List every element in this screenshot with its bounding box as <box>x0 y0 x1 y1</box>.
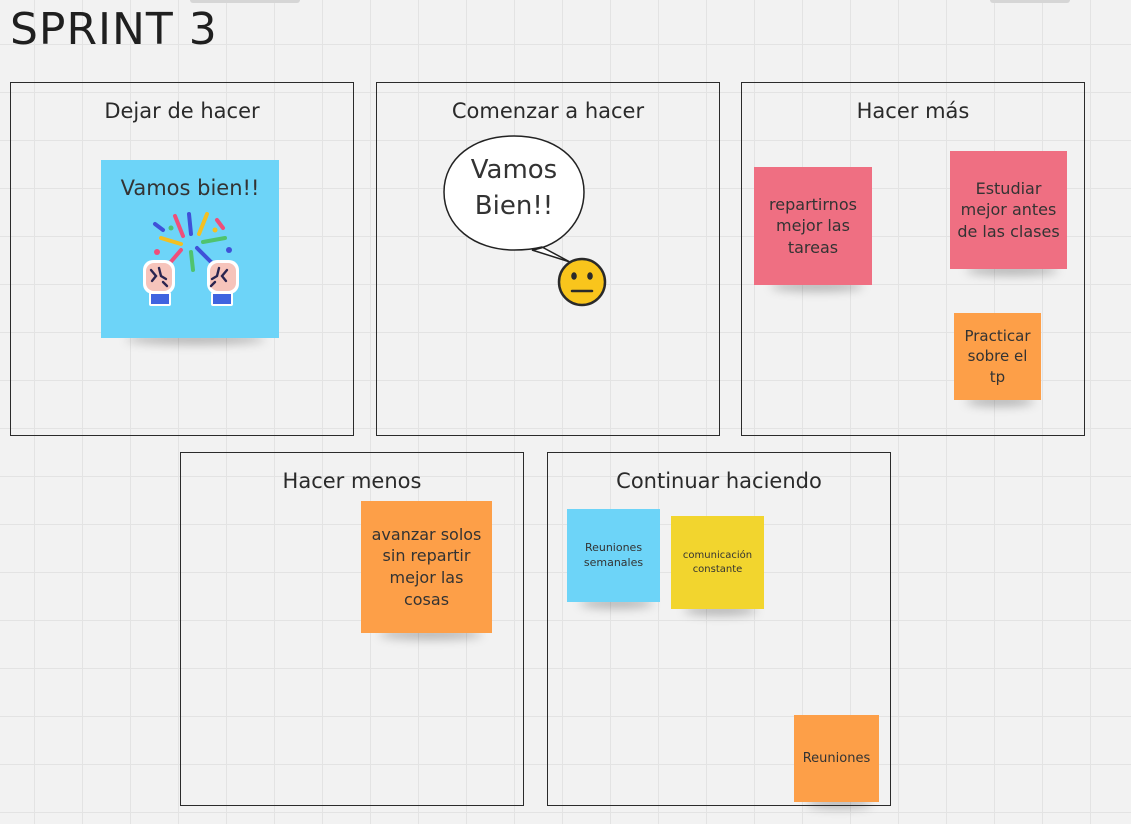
sticky-text: Reuniones semanales <box>583 540 644 569</box>
sticky-text: repartirnos mejor las tareas <box>769 194 857 257</box>
sticky-text: Vamos bien!! <box>120 176 260 200</box>
speech-line-1: Vamos <box>470 155 558 185</box>
sticky-note-reuniones-semanales[interactable]: Reuniones semanales <box>567 509 660 602</box>
speech-bubble-text: Vamos Bien!! <box>442 152 586 225</box>
sticky-note-estudiar[interactable]: Estudiar mejor antes de las clases <box>950 151 1067 269</box>
sticky-text: comunicación constante <box>682 550 753 575</box>
sticky-note-practicar[interactable]: Practicar sobre el tp <box>954 313 1041 400</box>
celebration-hands-icon <box>143 212 239 306</box>
neutral-face-icon <box>557 257 607 307</box>
frame-title: Hacer menos <box>282 469 422 493</box>
top-edge-shadow-right <box>990 0 1070 3</box>
speech-line-2: Bien!! <box>474 191 554 222</box>
frame-title: Comenzar a hacer <box>451 99 645 123</box>
sticky-text: avanzar solos sin repartir mejor las cos… <box>371 524 482 609</box>
sticky-note-reuniones[interactable]: Reuniones <box>794 715 879 802</box>
sticky-note-vamos-bien[interactable]: Vamos bien!! <box>101 160 279 338</box>
frame-title: Hacer más <box>856 99 970 123</box>
top-edge-shadow-left <box>190 0 300 3</box>
board-title: SPRINT 3 <box>10 4 218 55</box>
sticky-note-comunicacion[interactable]: comunicación constante <box>671 516 764 609</box>
sticky-text: Reuniones <box>802 750 871 766</box>
speech-bubble[interactable]: Vamos Bien!! <box>442 134 612 309</box>
sticky-note-avanzar-solos[interactable]: avanzar solos sin repartir mejor las cos… <box>361 501 492 633</box>
sticky-text: Estudiar mejor antes de las clases <box>957 178 1060 241</box>
sticky-note-repartirnos[interactable]: repartirnos mejor las tareas <box>754 167 872 285</box>
frame-title: Dejar de hacer <box>104 99 260 123</box>
frame-title: Continuar haciendo <box>616 469 822 493</box>
sticky-text: Practicar sobre el tp <box>964 327 1031 386</box>
